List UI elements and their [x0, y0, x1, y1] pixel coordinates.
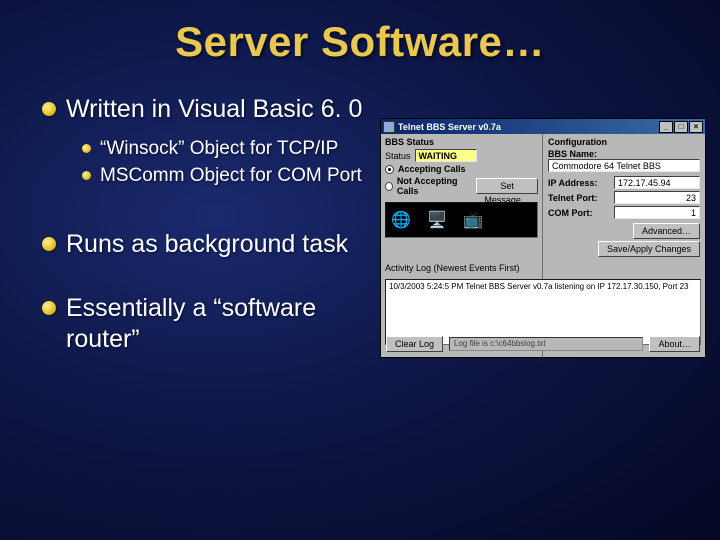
maximize-button[interactable]: □: [674, 121, 688, 133]
globe-icon: 🌐: [388, 207, 414, 233]
window-titlebar: Telnet BBS Server v0.7a _ □ ×: [381, 119, 705, 134]
radio-icon: [385, 182, 393, 191]
bullet-dot-icon: [42, 102, 56, 116]
telnet-port-label: Telnet Port:: [548, 193, 610, 203]
com-port-label: COM Port:: [548, 208, 610, 218]
device-icon-row: 🌐 🖥️ 📺: [385, 202, 538, 238]
ip-label: IP Address:: [548, 178, 610, 188]
set-message-button[interactable]: Set Message…: [476, 178, 538, 194]
app-icon: [383, 121, 395, 133]
app-screenshot: Telnet BBS Server v0.7a _ □ × BBS Status…: [380, 118, 706, 358]
bullet-text: Essentially a “software router”: [66, 293, 382, 354]
bullet-item-1: Written in Visual Basic 6. 0: [42, 94, 382, 125]
radio-not-accepting[interactable]: Not Accepting Calls Set Message…: [385, 176, 538, 196]
bullet-text: Runs as background task: [66, 229, 348, 260]
bullet-item-2: Runs as background task: [42, 229, 382, 260]
status-value: WAITING: [415, 149, 477, 162]
radio-icon: [385, 165, 394, 174]
minimize-button[interactable]: _: [659, 121, 673, 133]
com-port-field[interactable]: 1: [614, 206, 700, 219]
bullet-dot-icon: [42, 301, 56, 315]
bullet-dot-icon: [42, 237, 56, 251]
monitor-icon: 📺: [460, 207, 486, 233]
sub-bullet-text: “Winsock” Object for TCP/IP: [100, 137, 338, 160]
window-title: Telnet BBS Server v0.7a: [398, 122, 501, 132]
sub-bullet-item: MSComm Object for COM Port: [82, 164, 382, 187]
advanced-button[interactable]: Advanced…: [633, 223, 700, 239]
bullet-dot-icon: [82, 171, 91, 180]
group-title: Configuration: [548, 137, 700, 147]
bbs-name-label: BBS Name:: [548, 149, 696, 159]
sub-bullet-list: “Winsock” Object for TCP/IP MSComm Objec…: [82, 137, 382, 187]
group-title: BBS Status: [385, 137, 538, 147]
bullet-dot-icon: [82, 144, 91, 153]
bullet-text: Written in Visual Basic 6. 0: [66, 94, 362, 125]
bullet-item-3: Essentially a “software router”: [42, 293, 382, 354]
telnet-port-field[interactable]: 23: [614, 191, 700, 204]
ip-field[interactable]: 172.17.45.94: [614, 176, 700, 189]
slide-title: Server Software…: [0, 0, 720, 66]
about-button[interactable]: About…: [649, 336, 700, 352]
save-apply-button[interactable]: Save/Apply Changes: [598, 241, 700, 257]
close-button[interactable]: ×: [689, 121, 703, 133]
sub-bullet-item: “Winsock” Object for TCP/IP: [82, 137, 382, 160]
radio-label: Not Accepting Calls: [397, 176, 468, 196]
sub-bullet-text: MSComm Object for COM Port: [100, 164, 362, 187]
clear-log-button[interactable]: Clear Log: [386, 336, 443, 352]
radio-label: Accepting Calls: [398, 164, 466, 174]
radio-accepting[interactable]: Accepting Calls: [385, 164, 538, 174]
bullet-column: Written in Visual Basic 6. 0 “Winsock” O…: [42, 94, 382, 366]
bbs-name-field[interactable]: Commodore 64 Telnet BBS: [548, 159, 700, 172]
computer-icon: 🖥️: [424, 207, 450, 233]
status-label: Status: [385, 151, 411, 161]
log-label: Activity Log (Newest Events First): [385, 263, 701, 273]
status-file-label: Log file is c:\c64bbslog.txt: [449, 337, 643, 351]
